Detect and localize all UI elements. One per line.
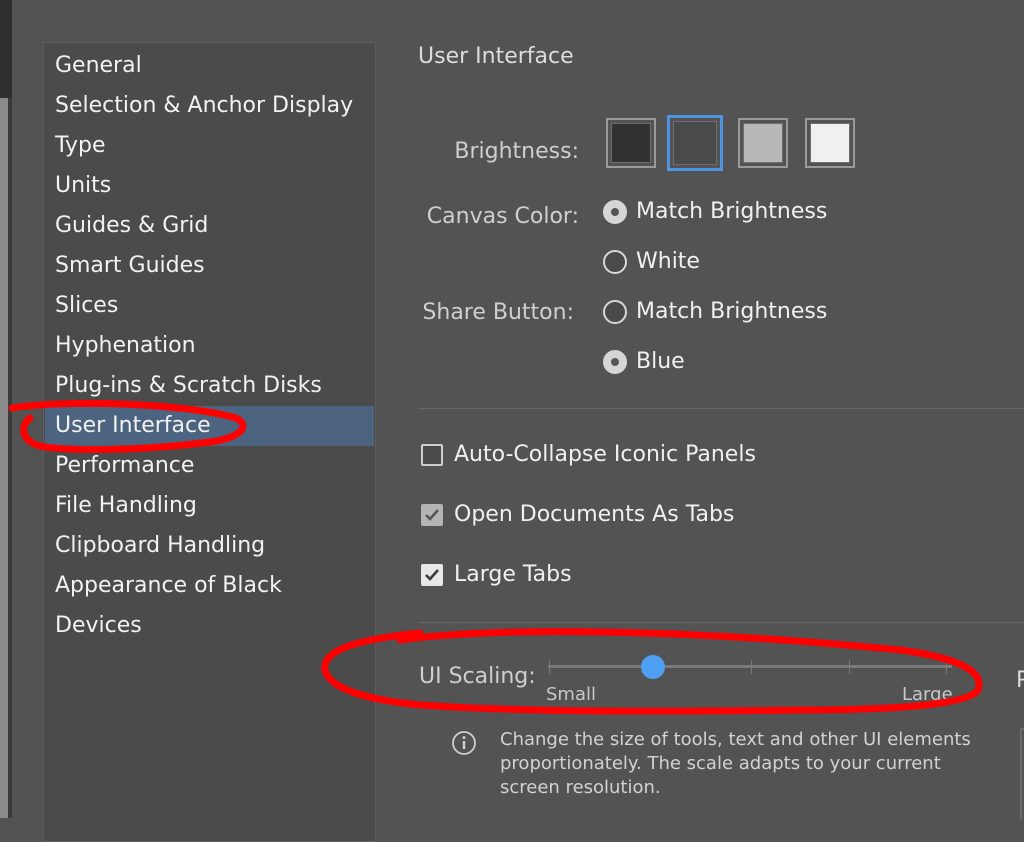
brightness-swatch-medium-dark[interactable]: [667, 115, 723, 171]
canvas-color-label: Canvas Color:: [426, 204, 579, 229]
swatch-fill: [810, 123, 850, 163]
ui-scaling-description: Change the size of tools, text and other…: [500, 729, 971, 798]
ui-scaling-label: UI Scaling:: [419, 664, 536, 689]
background-window-strip: [0, 98, 8, 818]
brightness-swatch-darkest[interactable]: [606, 118, 656, 168]
auto-collapse-checkbox[interactable]: [421, 444, 443, 466]
slider-tick: [751, 660, 752, 674]
preferences-sidebar: General Selection & Anchor Display Type …: [43, 42, 376, 842]
slider-max-label: Large: [902, 684, 953, 705]
open-documents-as-tabs-label[interactable]: Open Documents As Tabs: [454, 502, 734, 527]
background-window-edge: [0, 0, 12, 818]
swatch-fill: [611, 123, 651, 163]
sidebar-item-guides-grid[interactable]: Guides & Grid: [45, 206, 374, 246]
sidebar-item-plugins-scratch-disks[interactable]: Plug-ins & Scratch Disks: [45, 366, 374, 406]
ui-scaling-slider-track[interactable]: [548, 665, 952, 668]
brightness-swatch-lightest[interactable]: [805, 118, 855, 168]
canvas-color-white-label[interactable]: White: [636, 249, 700, 274]
share-button-blue-label[interactable]: Blue: [636, 349, 685, 374]
slider-tick: [946, 660, 947, 674]
sidebar-item-type[interactable]: Type: [45, 126, 374, 166]
clipped-right-label: P: [1016, 668, 1024, 693]
section-divider: [418, 408, 1024, 409]
sidebar-item-appearance-of-black[interactable]: Appearance of Black: [45, 566, 374, 606]
section-title: User Interface: [418, 44, 574, 69]
sidebar-item-smart-guides[interactable]: Smart Guides: [45, 246, 374, 286]
swatch-fill: [673, 121, 717, 165]
share-button-match-brightness-label[interactable]: Match Brightness: [636, 299, 827, 324]
slider-tick: [549, 660, 550, 674]
canvas-color-match-brightness-label[interactable]: Match Brightness: [636, 199, 827, 224]
open-documents-as-tabs-checkbox[interactable]: [421, 504, 443, 526]
auto-collapse-label[interactable]: Auto-Collapse Iconic Panels: [454, 442, 756, 467]
sidebar-item-slices[interactable]: Slices: [45, 286, 374, 326]
sidebar-item-devices[interactable]: Devices: [45, 606, 374, 646]
sidebar-item-file-handling[interactable]: File Handling: [45, 486, 374, 526]
checkmark-icon: [425, 569, 439, 581]
sidebar-item-units[interactable]: Units: [45, 166, 374, 206]
ui-scaling-slider-thumb[interactable]: [641, 655, 665, 679]
share-button-label: Share Button:: [422, 300, 574, 325]
sidebar-item-user-interface[interactable]: User Interface: [45, 406, 374, 446]
brightness-label: Brightness:: [454, 139, 579, 164]
sidebar-item-clipboard-handling[interactable]: Clipboard Handling: [45, 526, 374, 566]
checkmark-icon: [425, 509, 439, 521]
canvas-color-white-radio[interactable]: [603, 250, 627, 274]
background-window-titlebar: [0, 0, 12, 98]
section-divider: [418, 622, 1024, 623]
large-tabs-label[interactable]: Large Tabs: [454, 562, 572, 587]
slider-tick: [849, 660, 850, 674]
canvas-color-match-brightness-radio[interactable]: [603, 200, 627, 224]
swatch-fill: [743, 123, 783, 163]
info-icon: [452, 731, 476, 755]
share-button-match-brightness-radio[interactable]: [603, 300, 627, 324]
sidebar-item-general[interactable]: General: [45, 46, 374, 86]
slider-min-label: Small: [546, 684, 596, 705]
brightness-swatch-medium-light[interactable]: [738, 118, 788, 168]
share-button-blue-radio[interactable]: [603, 350, 627, 374]
large-tabs-checkbox[interactable]: [421, 564, 443, 586]
clipped-right-panel: [1020, 728, 1024, 820]
sidebar-item-selection-anchor-display[interactable]: Selection & Anchor Display: [45, 86, 374, 126]
sidebar-item-hyphenation[interactable]: Hyphenation: [45, 326, 374, 366]
sidebar-item-performance[interactable]: Performance: [45, 446, 374, 486]
